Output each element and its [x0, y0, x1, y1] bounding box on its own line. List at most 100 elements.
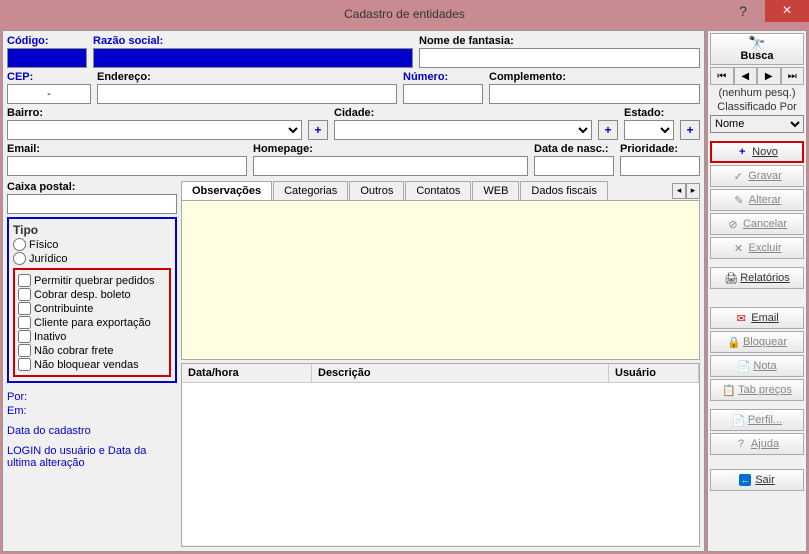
endereco-label: Endereço:: [97, 71, 397, 83]
cidade-select[interactable]: [334, 120, 592, 140]
datanasc-input[interactable]: [534, 156, 614, 176]
check-cobrar[interactable]: [18, 288, 31, 301]
meta-por: Por:: [7, 391, 177, 403]
check-inativo-label: Inativo: [34, 331, 66, 343]
observacoes-textarea[interactable]: [181, 200, 700, 360]
check-exportacao[interactable]: [18, 316, 31, 329]
cancel-icon: ⊘: [727, 218, 739, 231]
check-contribuinte[interactable]: [18, 302, 31, 315]
grid-col-datahora[interactable]: Data/hora: [182, 364, 312, 382]
relatorios-button[interactable]: 🖨Relatórios: [710, 267, 804, 289]
meta-data-cadastro: Data do cadastro: [7, 425, 177, 437]
estado-add-button[interactable]: +: [680, 120, 700, 140]
cep-input[interactable]: [7, 84, 91, 104]
cancelar-button[interactable]: ⊘Cancelar: [710, 213, 804, 235]
binoculars-icon: 🔭: [748, 36, 765, 50]
prioridade-input[interactable]: [620, 156, 700, 176]
check-naobloquear-label: Não bloquear vendas: [34, 359, 139, 371]
codigo-label: Código:: [7, 35, 87, 47]
meta-login: LOGIN do usuário e Data da ultima altera…: [7, 445, 177, 469]
printer-icon: 🖨: [724, 272, 736, 285]
perfil-button[interactable]: 📄 Perfil...: [710, 409, 804, 431]
tipo-juridico-radio[interactable]: [13, 252, 26, 265]
complemento-label: Complemento:: [489, 71, 700, 83]
tab-observacoes[interactable]: Observações: [181, 181, 272, 200]
email-button[interactable]: ✉Email: [710, 307, 804, 329]
tab-web[interactable]: WEB: [472, 181, 519, 200]
grid-col-usuario[interactable]: Usuário: [609, 364, 699, 382]
tabprecos-label: Tab preços: [738, 384, 792, 396]
bloquear-button[interactable]: 🔒Bloquear: [710, 331, 804, 353]
codigo-input[interactable]: [7, 48, 87, 68]
bairro-add-button[interactable]: +: [308, 120, 328, 140]
tab-scroll-left[interactable]: ◂: [672, 183, 686, 199]
check-icon: ✓: [732, 170, 744, 183]
caixa-input[interactable]: [7, 194, 177, 214]
homepage-label: Homepage:: [253, 143, 528, 155]
meta-area: Por: Em: Data do cadastro LOGIN do usuár…: [7, 389, 177, 471]
novo-button[interactable]: + Novo: [710, 141, 804, 163]
gravar-label: Gravar: [748, 170, 782, 182]
nav-next[interactable]: ▶: [757, 67, 781, 85]
nav-last[interactable]: ⏭: [781, 67, 805, 85]
tab-contatos[interactable]: Contatos: [405, 181, 471, 200]
profile-icon: 📄: [732, 414, 744, 427]
log-grid: Data/hora Descrição Usuário: [181, 363, 700, 547]
check-naocobrar[interactable]: [18, 344, 31, 357]
ajuda-label: Ajuda: [751, 438, 779, 450]
alterar-button[interactable]: ✎Alterar: [710, 189, 804, 211]
bairro-label: Bairro:: [7, 107, 302, 119]
homepage-input[interactable]: [253, 156, 528, 176]
tab-precos-button[interactable]: 📋Tab preços: [710, 379, 804, 401]
sair-label: Sair: [755, 474, 775, 486]
complemento-input[interactable]: [489, 84, 700, 104]
help-button[interactable]: ?: [721, 0, 765, 22]
estado-select[interactable]: [624, 120, 674, 140]
lock-icon: 🔒: [727, 336, 739, 349]
busca-button[interactable]: 🔭 Busca: [710, 33, 804, 65]
tab-scroll-right[interactable]: ▸: [686, 183, 700, 199]
exit-icon: ←: [739, 474, 751, 486]
numero-input[interactable]: [403, 84, 483, 104]
check-exportacao-label: Cliente para exportação: [34, 317, 151, 329]
check-naobloquear[interactable]: [18, 358, 31, 371]
email-input[interactable]: [7, 156, 247, 176]
pencil-icon: ✎: [733, 194, 745, 207]
excluir-button[interactable]: ✕Excluir: [710, 237, 804, 259]
close-button[interactable]: ×: [765, 0, 809, 22]
fantasia-input[interactable]: [419, 48, 700, 68]
check-permitir[interactable]: [18, 274, 31, 287]
ajuda-button[interactable]: ? Ajuda: [710, 433, 804, 455]
tipo-fisico-radio[interactable]: [13, 238, 26, 251]
razao-input[interactable]: [93, 48, 413, 68]
gravar-button[interactable]: ✓ Gravar: [710, 165, 804, 187]
busca-label: Busca: [740, 50, 773, 62]
tab-outros[interactable]: Outros: [349, 181, 404, 200]
check-inativo[interactable]: [18, 330, 31, 343]
sair-button[interactable]: ← Sair: [710, 469, 804, 491]
plus-icon: +: [736, 146, 748, 158]
check-naocobrar-label: Não cobrar frete: [34, 345, 113, 357]
perfil-label: Perfil...: [748, 414, 782, 426]
tipo-group: Tipo Físico Jurídico Permitir quebrar pe…: [7, 217, 177, 383]
cidade-add-button[interactable]: +: [598, 120, 618, 140]
nav-first[interactable]: ⏮: [710, 67, 734, 85]
help-icon: ?: [735, 438, 747, 450]
fantasia-label: Nome de fantasia:: [419, 35, 700, 47]
tipo-title: Tipo: [13, 223, 171, 237]
nav-prev[interactable]: ◀: [734, 67, 758, 85]
classificado-select[interactable]: Nome: [710, 115, 804, 133]
nota-button[interactable]: 📄Nota: [710, 355, 804, 377]
novo-label: Novo: [752, 146, 778, 158]
envelope-icon: ✉: [735, 312, 747, 325]
tab-categorias[interactable]: Categorias: [273, 181, 348, 200]
check-cobrar-label: Cobrar desp. boleto: [34, 289, 131, 301]
tab-dados-fiscais[interactable]: Dados fiscais: [520, 181, 607, 200]
grid-col-descricao[interactable]: Descrição: [312, 364, 609, 382]
tipo-juridico-label: Jurídico: [29, 253, 68, 265]
tipo-fisico-label: Físico: [29, 239, 58, 251]
bairro-select[interactable]: [7, 120, 302, 140]
endereco-input[interactable]: [97, 84, 397, 104]
meta-em: Em:: [7, 405, 177, 417]
window-title: Cadastro de entidades: [344, 7, 465, 21]
